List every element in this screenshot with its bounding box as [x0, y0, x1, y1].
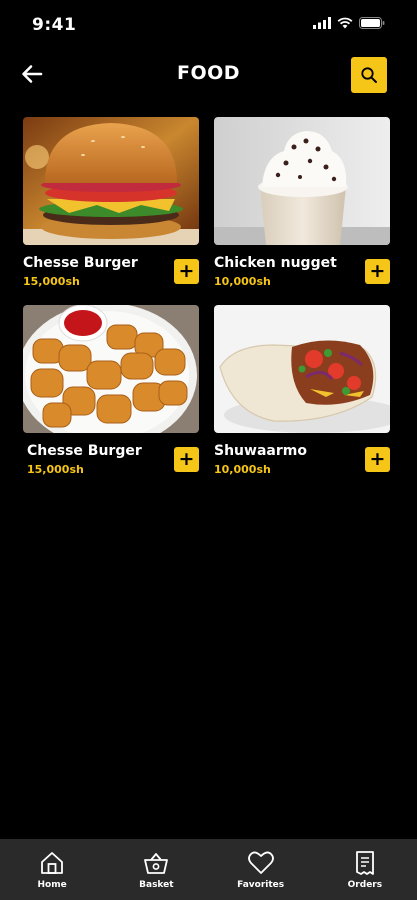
item-name: Shuwaarmo	[214, 443, 307, 459]
item-price: 10,000sh	[214, 275, 271, 288]
home-icon	[41, 851, 64, 874]
add-to-cart-button[interactable]: +	[365, 259, 390, 284]
status-time: 9:41	[32, 15, 77, 35]
search-button[interactable]	[351, 57, 387, 93]
item-price: 15,000sh	[27, 463, 84, 476]
nuggets-image[interactable]	[23, 305, 199, 433]
plus-icon: +	[178, 260, 195, 282]
item-name: Chesse Burger	[23, 255, 138, 271]
add-to-cart-button[interactable]: +	[174, 447, 199, 472]
nav-item-favorites[interactable]: Favorites	[226, 850, 296, 890]
burger-image[interactable]	[23, 117, 199, 245]
nav-item-basket[interactable]: Basket	[121, 850, 191, 890]
receipt-icon	[355, 850, 374, 875]
nav-item-home[interactable]: Home	[17, 850, 87, 890]
search-icon	[361, 67, 377, 83]
nav-label: Home	[37, 879, 67, 890]
add-to-cart-button[interactable]: +	[174, 259, 199, 284]
milkshake-image[interactable]	[214, 117, 390, 245]
item-name: Chesse Burger	[27, 443, 142, 459]
plus-icon: +	[369, 260, 386, 282]
signal-icon	[313, 17, 331, 29]
nav-label: Orders	[347, 879, 383, 890]
status-icons	[313, 17, 385, 29]
item-price: 10,000sh	[214, 463, 271, 476]
nav-label: Basket	[139, 879, 174, 890]
add-to-cart-button[interactable]: +	[365, 447, 390, 472]
nav-item-orders[interactable]: Orders	[330, 850, 400, 890]
bottom-nav: Home Basket Favorites Orders	[0, 839, 417, 900]
battery-icon	[359, 17, 385, 29]
wifi-icon	[337, 17, 353, 29]
plus-icon: +	[178, 448, 195, 470]
basket-icon	[144, 852, 169, 874]
nav-label: Favorites	[237, 879, 285, 890]
header: FOOD	[0, 52, 417, 98]
shawarma-image[interactable]	[214, 305, 390, 433]
heart-icon	[247, 851, 274, 874]
status-bar: 9:41	[0, 0, 417, 50]
plus-icon: +	[369, 448, 386, 470]
item-price: 15,000sh	[23, 275, 80, 288]
item-name: Chicken nugget	[214, 255, 337, 271]
